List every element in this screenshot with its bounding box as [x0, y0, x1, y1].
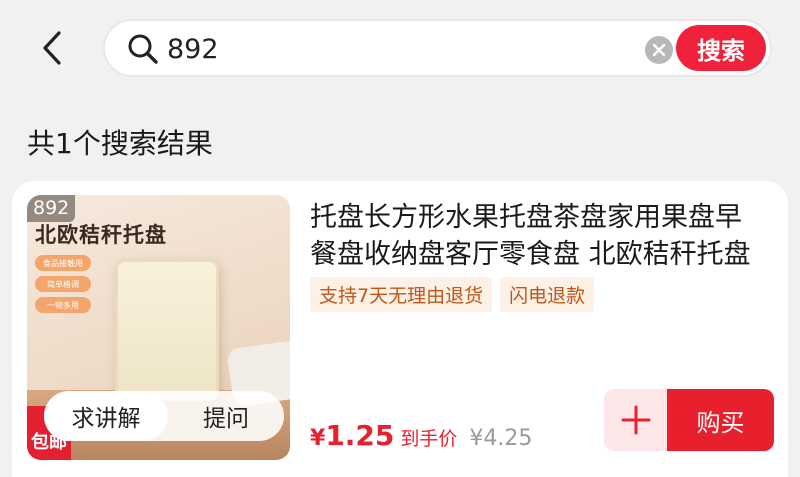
image-feature-pill: 简单格调: [35, 276, 91, 292]
back-button[interactable]: [32, 28, 72, 68]
service-tag: 闪电退款: [500, 277, 595, 312]
image-corner-tag: 892: [27, 195, 76, 222]
price-symbol: ¥: [310, 426, 326, 451]
image-feature-pill: 食品接触用: [35, 255, 91, 271]
purchase-actions: 购买: [604, 389, 774, 451]
product-card[interactable]: 北欧秸秆托盘 食品接触用 简单格调 一物多用 892 包邮 求讲解 提问 托盘长…: [12, 181, 788, 477]
service-tags: 支持7天无理由退货 闪电退款: [310, 277, 595, 312]
buy-button[interactable]: 购买: [667, 389, 774, 451]
price-value: 1.25: [325, 419, 395, 452]
result-count: 共1个搜索结果: [27, 127, 213, 160]
image-overlay-title: 北欧秸秆托盘: [35, 223, 167, 247]
search-button[interactable]: 搜索: [676, 25, 766, 71]
tray-graphic: [115, 259, 219, 401]
image-feature-pill: 一物多用: [35, 297, 91, 313]
price-label: 到手价: [400, 428, 458, 450]
service-tag: 支持7天无理由退货: [310, 277, 493, 312]
product-title[interactable]: 托盘长方形水果托盘茶盘家用果盘早餐盘收纳盘客厅零食盘 北欧秸秆托盘: [310, 199, 762, 273]
original-price: ¥4.25: [469, 426, 533, 451]
chevron-left-icon: [43, 31, 61, 65]
search-icon: [128, 34, 158, 64]
search-input[interactable]: [167, 31, 607, 67]
ask-question-button[interactable]: 提问: [168, 391, 284, 441]
plus-icon: [621, 405, 650, 435]
add-to-cart-button[interactable]: [604, 389, 667, 451]
live-actions: 求讲解 提问: [44, 391, 284, 441]
search-bar: 搜索: [103, 19, 772, 77]
ask-explain-button[interactable]: 求讲解: [44, 391, 168, 441]
price-row: ¥ 1.25 到手价 ¥4.25: [310, 419, 532, 452]
clear-icon[interactable]: [645, 36, 673, 64]
